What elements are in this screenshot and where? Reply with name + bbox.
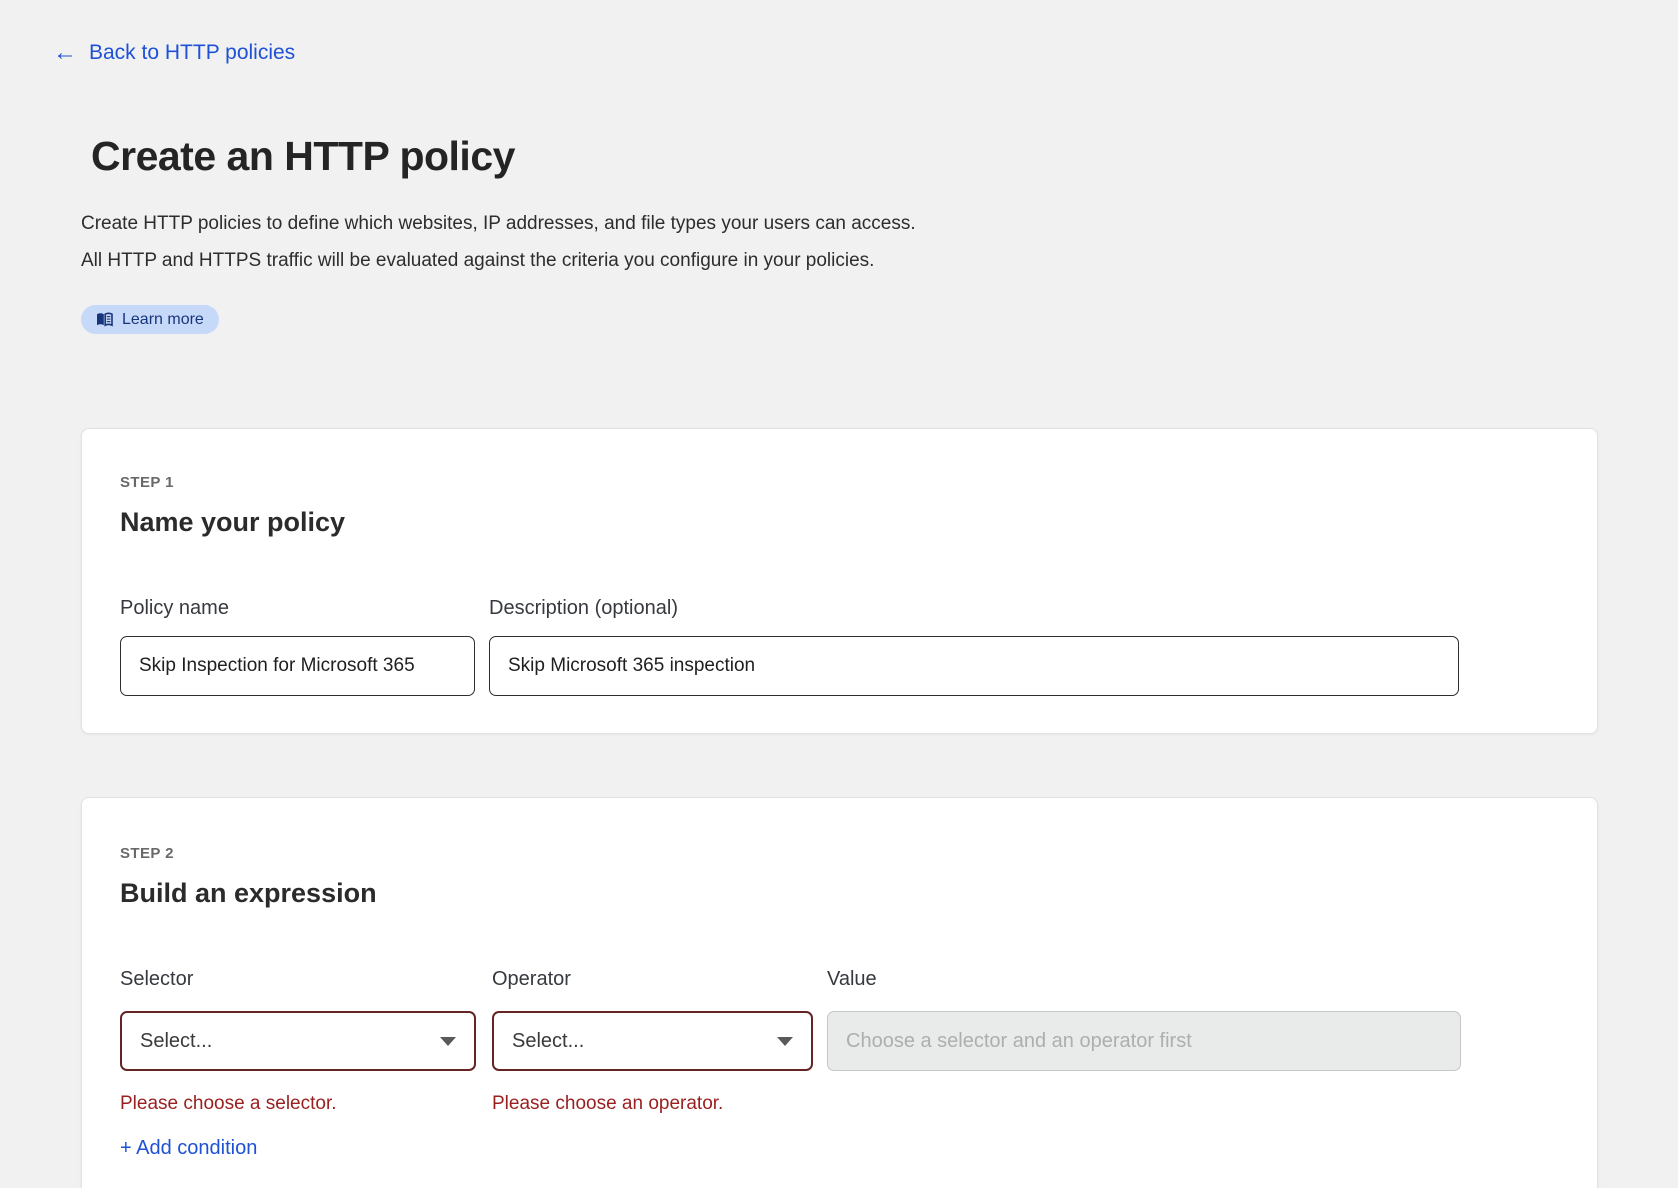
learn-more-label: Learn more bbox=[122, 311, 204, 329]
operator-field-group: Operator Select... Please choose an oper… bbox=[492, 968, 813, 1160]
operator-error-message: Please choose an operator. bbox=[492, 1093, 813, 1115]
back-to-http-policies-link[interactable]: ← Back to HTTP policies bbox=[53, 40, 295, 66]
page-description-line1: Create HTTP policies to define which web… bbox=[81, 212, 1678, 236]
expression-builder-row: Selector Select... Please choose a selec… bbox=[120, 968, 1559, 1160]
back-arrow-icon: ← bbox=[53, 41, 77, 65]
policy-name-input[interactable] bbox=[120, 636, 475, 696]
step1-heading: Name your policy bbox=[120, 507, 1559, 537]
description-field-group: Description (optional) bbox=[489, 597, 1459, 696]
step1-fields-row: Policy name Description (optional) bbox=[120, 597, 1559, 696]
page-description-line2: All HTTP and HTTPS traffic will be evalu… bbox=[81, 249, 1678, 273]
description-label: Description (optional) bbox=[489, 597, 1459, 619]
value-input[interactable] bbox=[827, 1011, 1461, 1071]
chevron-down-icon bbox=[440, 1037, 456, 1046]
operator-label: Operator bbox=[492, 968, 813, 990]
add-condition-link[interactable]: + Add condition bbox=[120, 1137, 476, 1160]
learn-more-button[interactable]: Learn more bbox=[81, 305, 219, 334]
step1-label: STEP 1 bbox=[120, 475, 1559, 491]
selector-field-group: Selector Select... Please choose a selec… bbox=[120, 968, 476, 1160]
operator-dropdown-value: Select... bbox=[512, 1030, 584, 1053]
description-input[interactable] bbox=[489, 636, 1459, 696]
step2-label: STEP 2 bbox=[120, 846, 1559, 862]
policy-name-label: Policy name bbox=[120, 597, 475, 619]
book-icon bbox=[96, 312, 113, 327]
selector-error-message: Please choose a selector. bbox=[120, 1093, 476, 1115]
selector-dropdown[interactable]: Select... bbox=[120, 1011, 476, 1071]
selector-dropdown-value: Select... bbox=[140, 1030, 212, 1053]
value-label: Value bbox=[827, 968, 1461, 990]
operator-dropdown[interactable]: Select... bbox=[492, 1011, 813, 1071]
back-link-label: Back to HTTP policies bbox=[89, 40, 295, 66]
top-bar: ← Back to HTTP policies bbox=[0, 0, 1678, 66]
value-field-group: Value bbox=[827, 968, 1461, 1160]
step1-card: STEP 1 Name your policy Policy name Desc… bbox=[81, 428, 1598, 734]
step2-heading: Build an expression bbox=[120, 878, 1559, 908]
page-title: Create an HTTP policy bbox=[91, 132, 1678, 180]
chevron-down-icon bbox=[777, 1037, 793, 1046]
step2-card: STEP 2 Build an expression Selector Sele… bbox=[81, 797, 1598, 1188]
policy-name-field-group: Policy name bbox=[120, 597, 475, 696]
selector-label: Selector bbox=[120, 968, 476, 990]
